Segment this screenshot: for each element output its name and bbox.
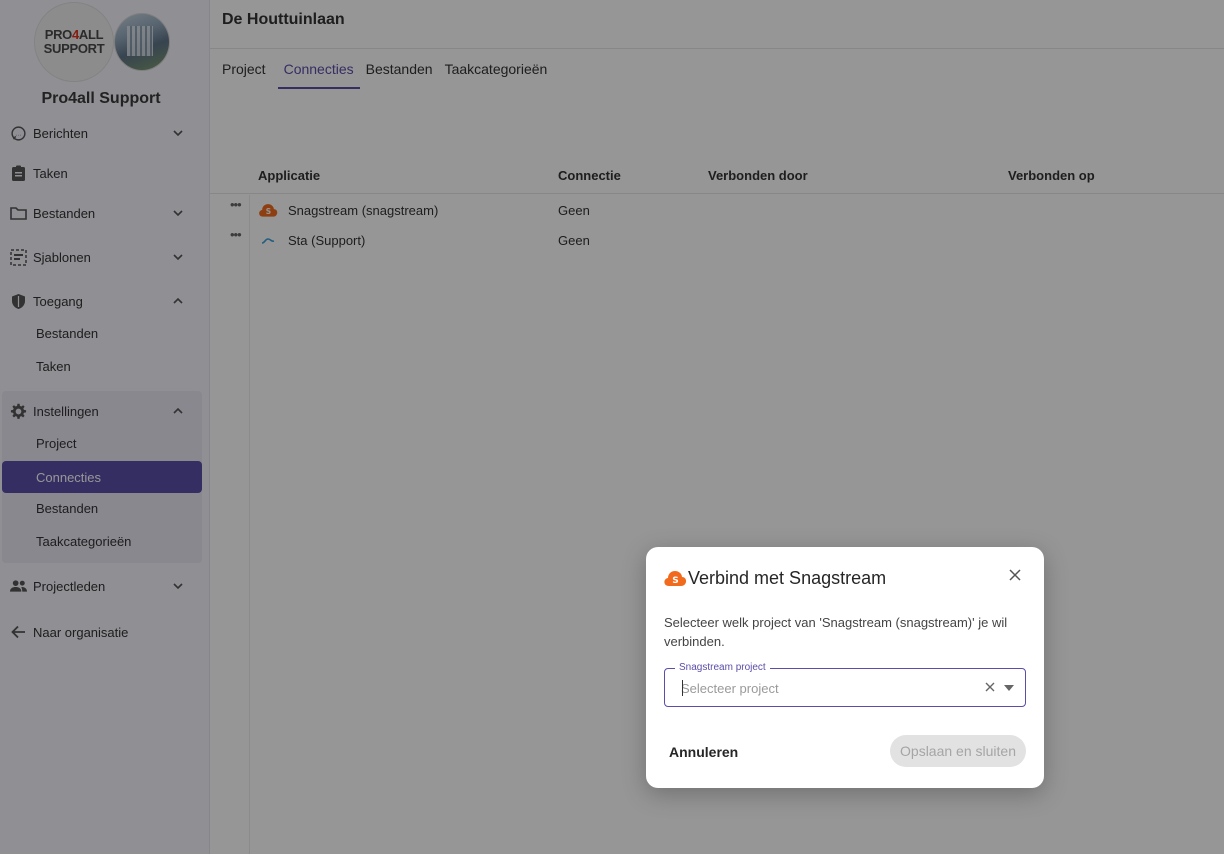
project-search-input[interactable] xyxy=(681,679,971,697)
snagstream-icon: S xyxy=(664,571,687,586)
snagstream-project-select[interactable]: Snagstream project xyxy=(664,662,1026,707)
dialog-description: Selecteer welk project van 'Snagstream (… xyxy=(664,615,1008,649)
save-and-close-button[interactable]: Opslaan en sluiten xyxy=(890,735,1026,767)
dialog-title: Verbind met Snagstream xyxy=(688,568,887,588)
text-cursor xyxy=(682,680,683,696)
svg-text:S: S xyxy=(672,576,678,586)
cancel-button[interactable]: Annuleren xyxy=(664,737,743,767)
dropdown-arrow-icon[interactable] xyxy=(1004,685,1014,691)
connect-dialog: S Verbind met Snagstream Selecteer welk … xyxy=(646,547,1044,788)
clear-icon[interactable] xyxy=(984,681,996,693)
field-label: Snagstream project xyxy=(675,662,770,673)
close-icon[interactable] xyxy=(1008,568,1022,582)
